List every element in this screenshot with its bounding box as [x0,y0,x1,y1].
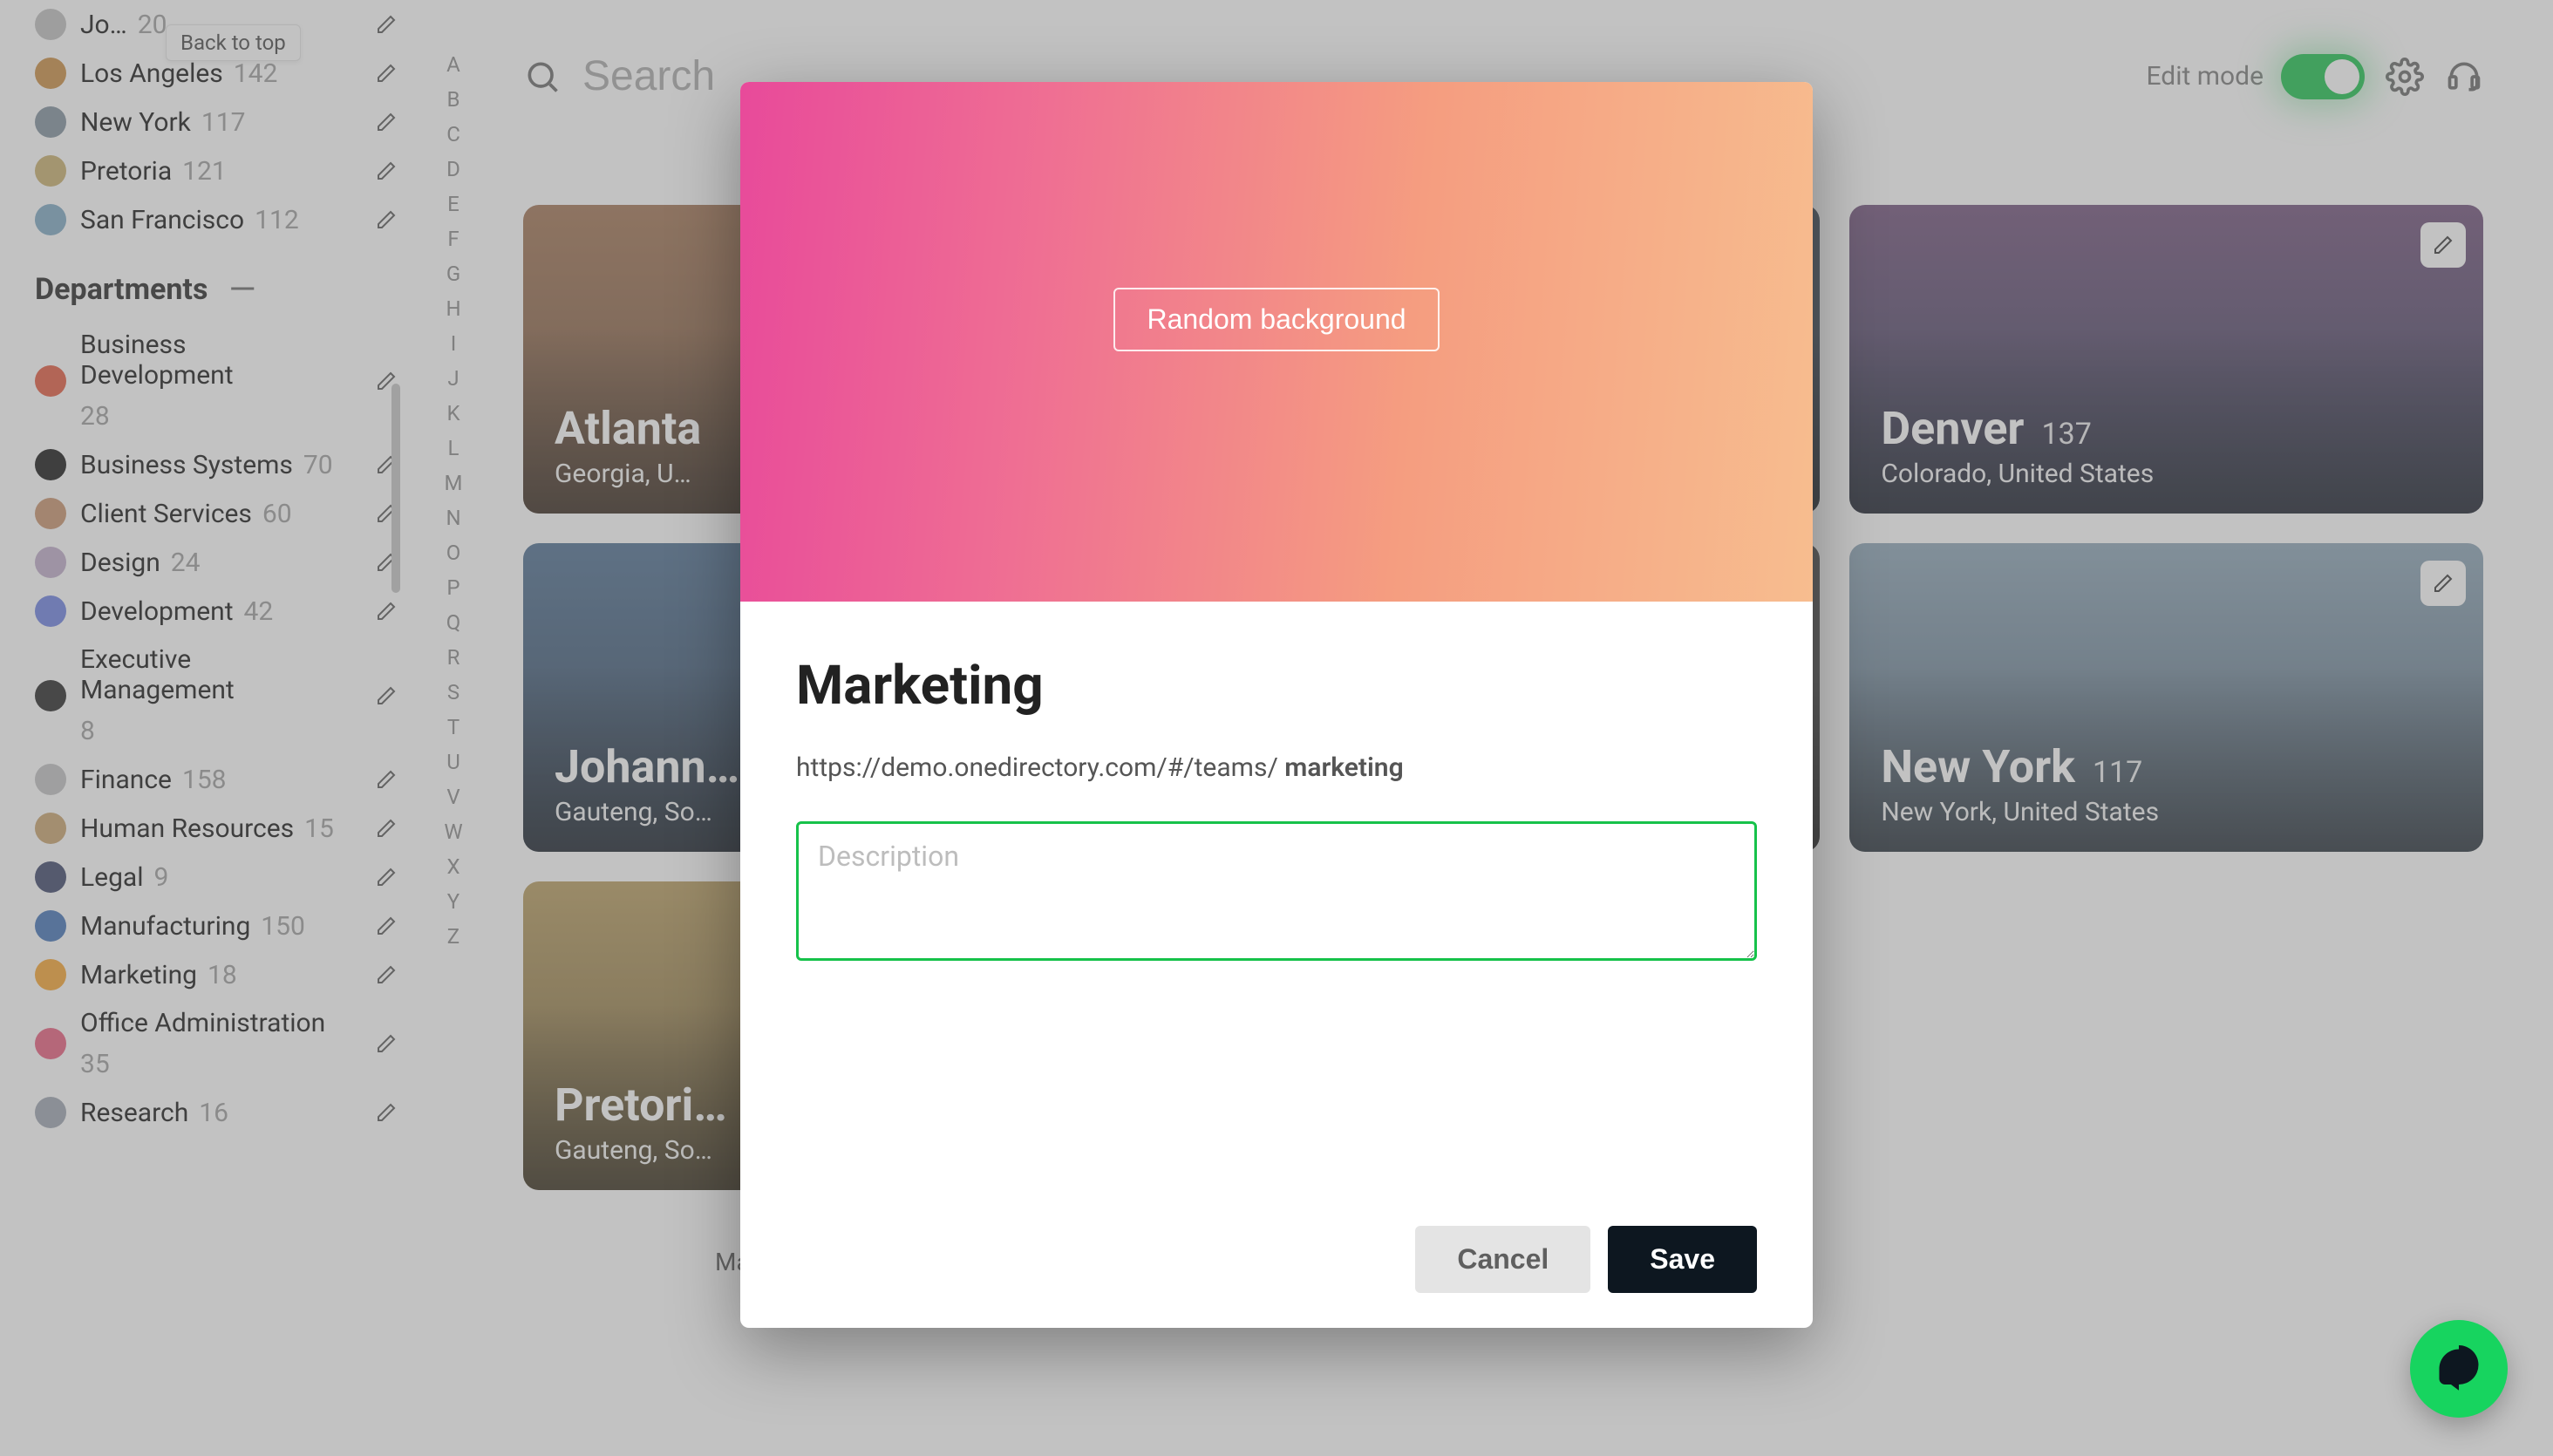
modal-overlay[interactable]: Random background Marketing https://demo… [0,0,2553,1456]
edit-team-modal: Random background Marketing https://demo… [740,82,1813,1328]
help-fab[interactable] [2410,1320,2508,1418]
modal-url-base: https://demo.onedirectory.com/#/teams/ [796,752,1284,783]
save-button[interactable]: Save [1608,1226,1757,1293]
modal-hero: Random background [740,82,1813,602]
random-background-button[interactable]: Random background [1113,288,1439,351]
modal-url-slug: marketing [1284,752,1403,783]
description-textarea[interactable] [796,821,1757,961]
modal-actions: Cancel Save [796,1226,1757,1293]
modal-body: Marketing https://demo.onedirectory.com/… [740,602,1813,1328]
modal-url: https://demo.onedirectory.com/#/teams/ m… [796,752,1757,783]
modal-title: Marketing [796,654,1757,718]
cancel-button[interactable]: Cancel [1415,1226,1590,1293]
